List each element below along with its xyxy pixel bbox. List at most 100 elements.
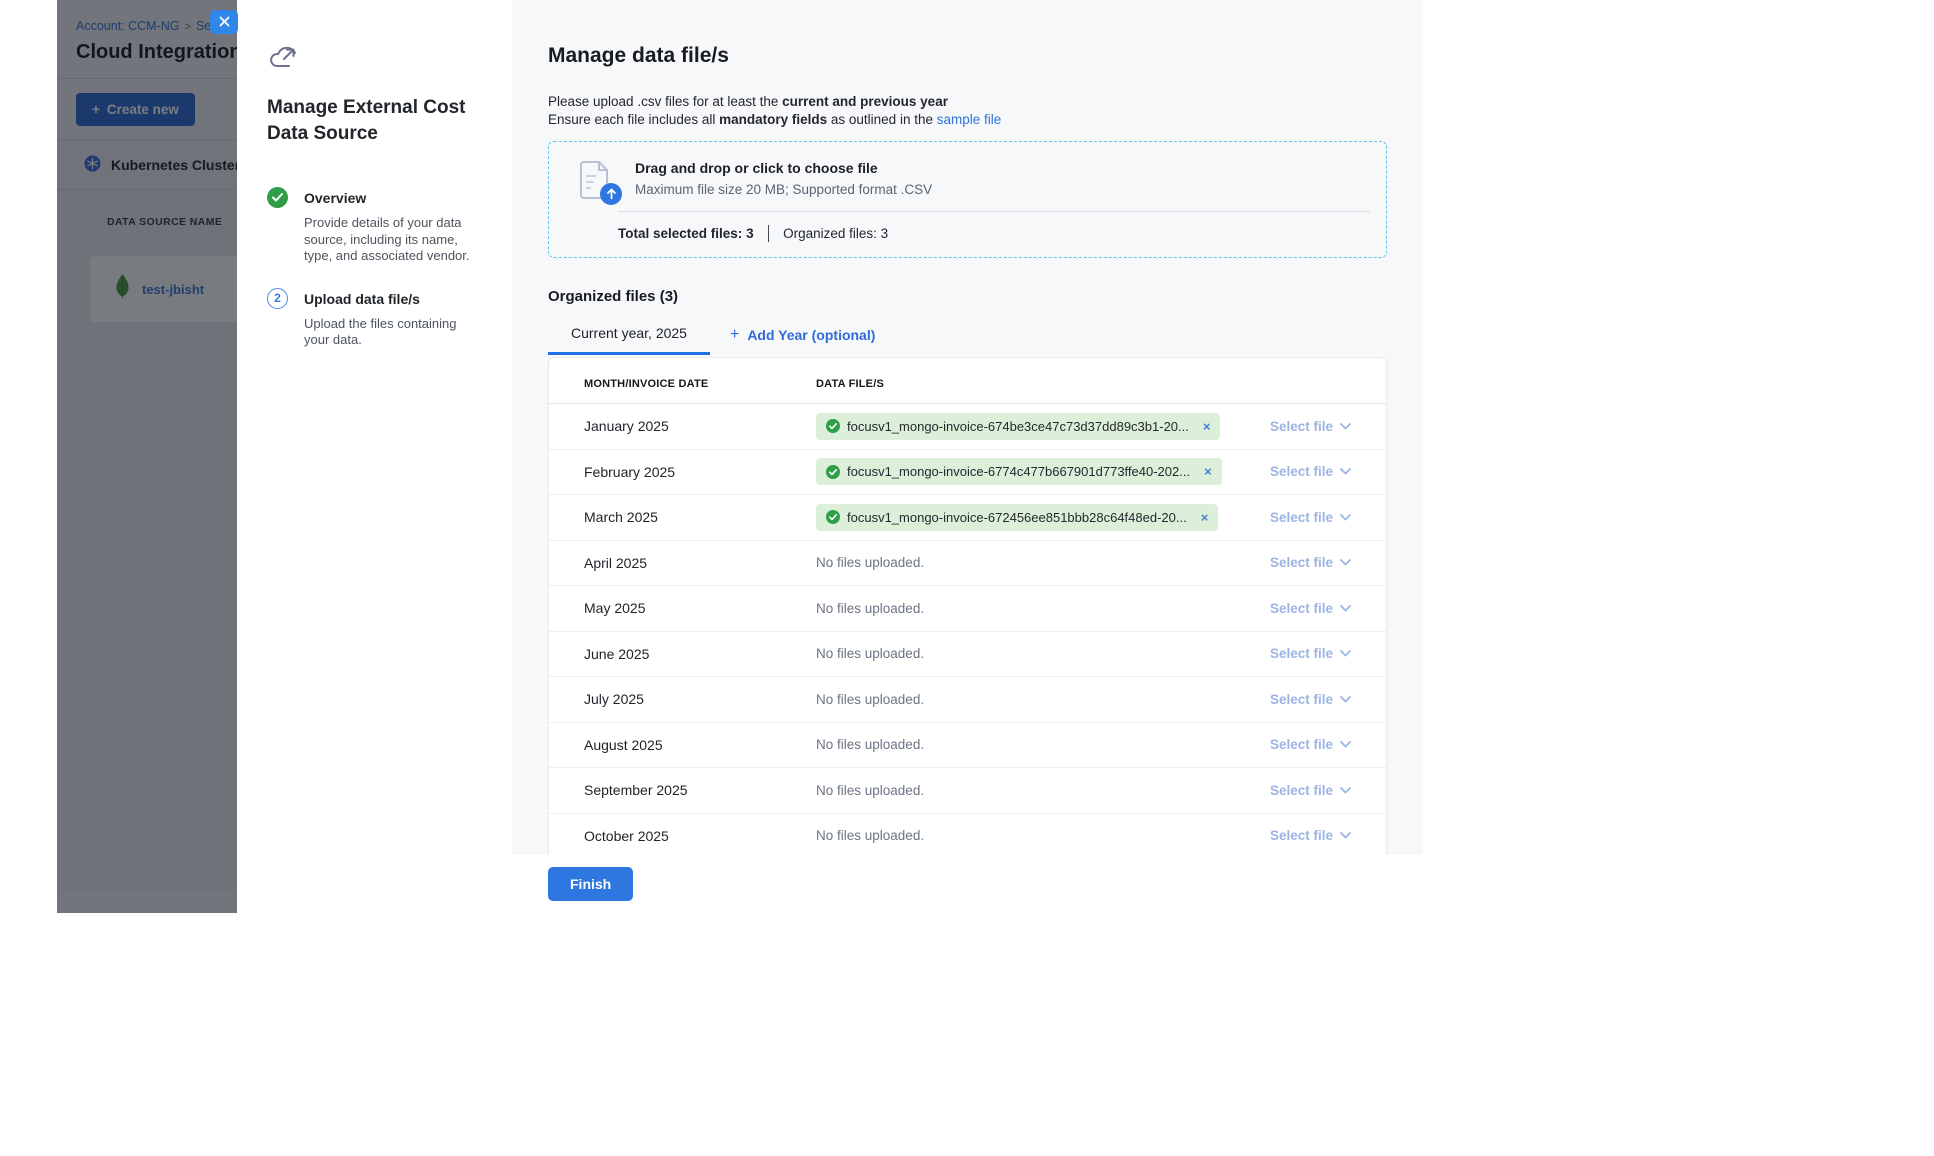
table-row: September 2025No files uploaded. Select f… [549, 768, 1386, 814]
table-row: April 2025No files uploaded. Select file [549, 541, 1386, 587]
no-files-text: No files uploaded. [816, 555, 924, 570]
file-name: focusv1_mongo-invoice-672456ee851bbb28c6… [847, 510, 1187, 525]
chevron-down-icon [1340, 468, 1351, 475]
select-file-dropdown[interactable]: Select file [1270, 692, 1351, 707]
add-year-button[interactable]: + Add Year (optional) [710, 326, 898, 355]
remove-file-icon[interactable]: × [1203, 420, 1211, 433]
step-upload-label: Upload data file/s [304, 288, 476, 307]
panel-title: Manage data file/s [548, 44, 1387, 68]
select-file-dropdown[interactable]: Select file [1270, 828, 1351, 843]
month-label: February 2025 [584, 464, 816, 480]
sample-file-link[interactable]: sample file [937, 112, 1002, 127]
wizard-title: Manage External Cost Data Source [267, 95, 472, 147]
plus-icon: + [730, 326, 739, 344]
step-overview[interactable]: Overview Provide details of your data so… [267, 187, 484, 265]
select-file-dropdown[interactable]: Select file [1270, 646, 1351, 661]
organized-files-heading: Organized files (3) [548, 288, 1387, 305]
chevron-down-icon [1340, 787, 1351, 794]
table-row: January 2025 focusv1_mongo-invoice-674be3… [549, 404, 1386, 450]
step-overview-description: Provide details of your data source, inc… [304, 215, 476, 265]
table-row: March 2025 focusv1_mongo-invoice-672456ee… [549, 495, 1386, 541]
table-row: July 2025No files uploaded. Select file [549, 677, 1386, 723]
chevron-down-icon [1340, 696, 1351, 703]
table-row: June 2025No files uploaded. Select file [549, 632, 1386, 678]
no-files-text: No files uploaded. [816, 692, 924, 707]
dropzone-title: Drag and drop or click to choose file [635, 160, 932, 176]
tab-current-year[interactable]: Current year, 2025 [548, 325, 710, 355]
upload-arrow-icon [600, 183, 622, 205]
document-upload-icon [579, 161, 613, 201]
month-label: June 2025 [584, 646, 816, 662]
chevron-down-icon [1340, 605, 1351, 612]
manage-data-source-modal: Manage External Cost Data Source Overvie… [237, 0, 1423, 913]
cloud-export-icon [269, 45, 299, 71]
no-files-text: No files uploaded. [816, 601, 924, 616]
select-file-dropdown[interactable]: Select file [1270, 601, 1351, 616]
no-files-text: No files uploaded. [816, 783, 924, 798]
step-complete-check-icon [267, 187, 288, 208]
month-label: September 2025 [584, 782, 816, 798]
uploaded-file-chip: focusv1_mongo-invoice-674be3ce47c73d37dd… [816, 413, 1220, 440]
upload-instructions: Please upload .csv files for at least th… [548, 93, 1387, 128]
file-counters: Total selected files: 3 Organized files:… [618, 225, 888, 242]
column-header-data-file: DATA FILE/S [816, 378, 1351, 390]
organized-files-label: Organized files: 3 [783, 226, 888, 241]
chevron-down-icon [1340, 559, 1351, 566]
month-label: July 2025 [584, 691, 816, 707]
modal-dim-overlay [57, 0, 237, 913]
remove-file-icon[interactable]: × [1201, 511, 1209, 524]
dropzone-subtitle: Maximum file size 20 MB; Supported forma… [635, 182, 932, 197]
uploaded-file-chip: focusv1_mongo-invoice-672456ee851bbb28c6… [816, 504, 1218, 531]
step-upload-description: Upload the files containing your data. [304, 316, 476, 349]
month-label: August 2025 [584, 737, 816, 753]
monthly-files-table: MONTH/INVOICE DATE DATA FILE/S January 2… [548, 357, 1387, 855]
chevron-down-icon [1340, 832, 1351, 839]
chevron-down-icon [1340, 514, 1351, 521]
step-upload-data-files[interactable]: 2 Upload data file/s Upload the files co… [267, 288, 484, 349]
table-row: August 2025No files uploaded. Select file [549, 723, 1386, 769]
select-file-dropdown[interactable]: Select file [1270, 783, 1351, 798]
table-row: October 2025No files uploaded. Select fil… [549, 814, 1386, 856]
step-overview-label: Overview [304, 187, 476, 206]
finish-button[interactable]: Finish [548, 867, 633, 901]
table-row: May 2025No files uploaded. Select file [549, 586, 1386, 632]
counter-separator [768, 225, 770, 242]
month-label: May 2025 [584, 600, 816, 616]
select-file-dropdown[interactable]: Select file [1270, 510, 1351, 525]
column-header-month: MONTH/INVOICE DATE [584, 378, 816, 390]
month-label: April 2025 [584, 555, 816, 571]
manage-data-files-panel: Manage data file/s Please upload .csv fi… [512, 0, 1423, 855]
dropzone-divider [618, 211, 1370, 212]
no-files-text: No files uploaded. [816, 646, 924, 661]
select-file-dropdown[interactable]: Select file [1270, 419, 1351, 434]
wizard-stepper-panel: Manage External Cost Data Source Overvie… [237, 0, 512, 913]
table-body: January 2025 focusv1_mongo-invoice-674be3… [549, 404, 1386, 855]
close-icon [219, 15, 230, 30]
file-success-check-icon [826, 510, 840, 524]
select-file-dropdown[interactable]: Select file [1270, 737, 1351, 752]
no-files-text: No files uploaded. [816, 828, 924, 843]
month-label: October 2025 [584, 828, 816, 844]
file-dropzone[interactable]: Drag and drop or click to choose file Ma… [548, 141, 1387, 258]
file-success-check-icon [826, 465, 840, 479]
chevron-down-icon [1340, 650, 1351, 657]
uploaded-file-chip: focusv1_mongo-invoice-6774c477b667901d77… [816, 458, 1222, 485]
remove-file-icon[interactable]: × [1204, 465, 1212, 478]
background-page: Account: CCM-NG>Set Cloud Integration + … [57, 0, 237, 913]
file-name: focusv1_mongo-invoice-6774c477b667901d77… [847, 464, 1190, 479]
chevron-down-icon [1340, 741, 1351, 748]
select-file-dropdown[interactable]: Select file [1270, 464, 1351, 479]
month-label: January 2025 [584, 418, 816, 434]
file-success-check-icon [826, 419, 840, 433]
step-number-badge: 2 [267, 288, 288, 309]
close-button[interactable] [210, 10, 238, 34]
select-file-dropdown[interactable]: Select file [1270, 555, 1351, 570]
no-files-text: No files uploaded. [816, 737, 924, 752]
file-name: focusv1_mongo-invoice-674be3ce47c73d37dd… [847, 419, 1189, 434]
chevron-down-icon [1340, 423, 1351, 430]
year-tabs: Current year, 2025 + Add Year (optional) [548, 325, 1387, 355]
table-header: MONTH/INVOICE DATE DATA FILE/S [549, 358, 1386, 404]
month-label: March 2025 [584, 509, 816, 525]
app-window: Account: CCM-NG>Set Cloud Integration + … [57, 0, 1423, 913]
table-row: February 2025 focusv1_mongo-invoice-6774c… [549, 450, 1386, 496]
